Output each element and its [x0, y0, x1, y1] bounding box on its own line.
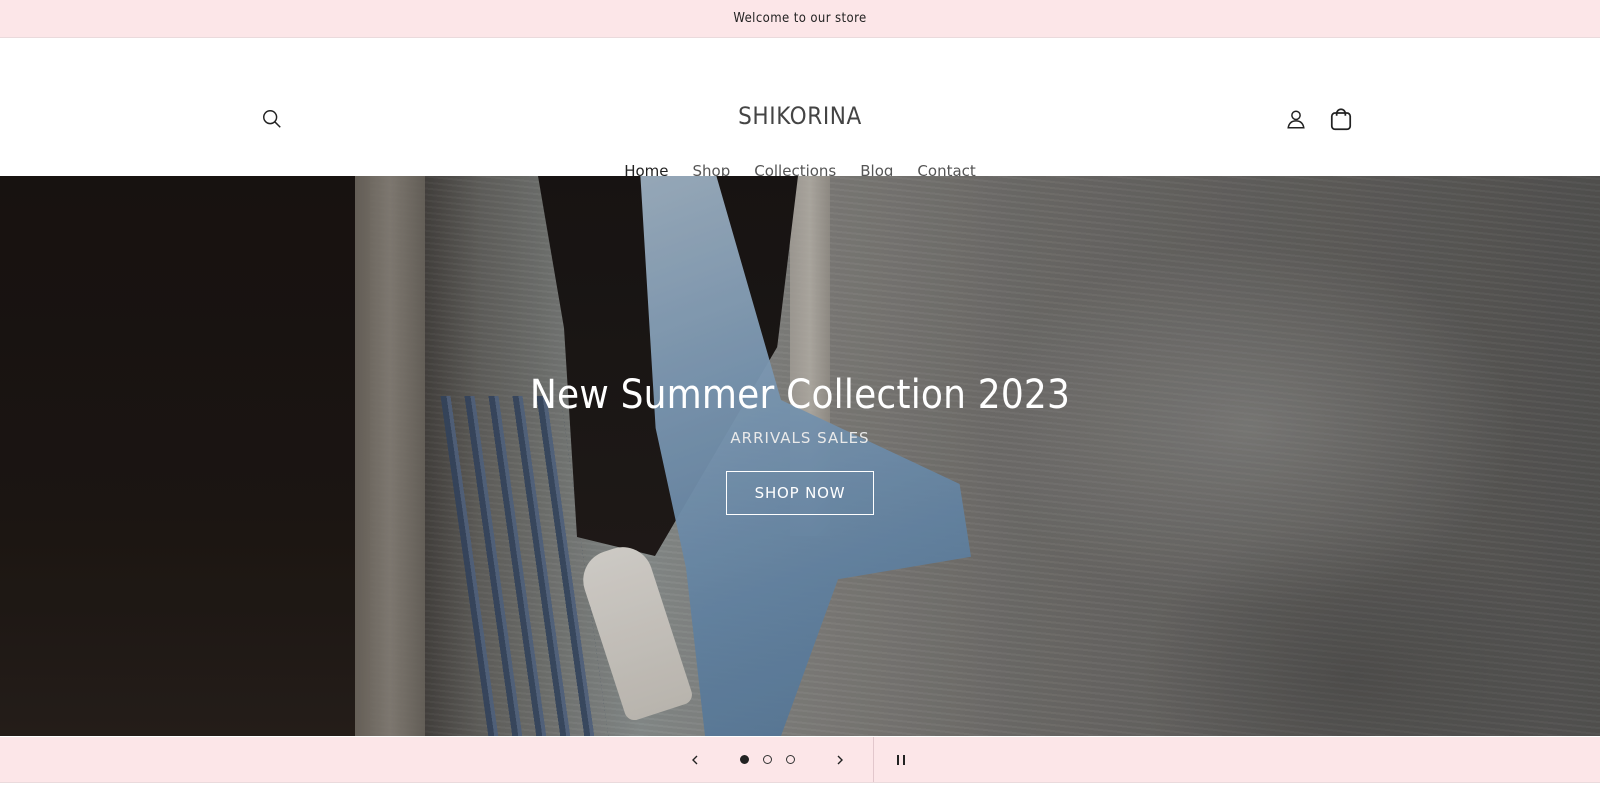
- controls-divider: [873, 737, 874, 782]
- hero-banner: New Summer Collection 2023 ARRIVALS SALE…: [0, 176, 1600, 736]
- account-button[interactable]: [1282, 105, 1310, 133]
- slide-dots: [740, 755, 795, 764]
- chevron-right-icon: [837, 755, 843, 764]
- slide-dot-2[interactable]: [763, 755, 772, 764]
- hero-title: New Summer Collection 2023: [529, 372, 1071, 418]
- slideshow-controls: [680, 737, 916, 782]
- announcement-text: Welcome to our store: [733, 11, 867, 26]
- next-slide-button[interactable]: [825, 737, 855, 782]
- pause-icon: [897, 754, 905, 765]
- previous-slide-button[interactable]: [680, 737, 710, 782]
- announcement-bar: Welcome to our store: [0, 0, 1600, 38]
- slideshow-controls-bar: [0, 737, 1600, 783]
- hero-content: New Summer Collection 2023 ARRIVALS SALE…: [0, 371, 1600, 515]
- site-logo[interactable]: SHIKORINA: [0, 102, 1600, 130]
- pause-slideshow-button[interactable]: [886, 737, 916, 782]
- slide-dot-1[interactable]: [740, 755, 749, 764]
- hero-subtitle: ARRIVALS SALES: [730, 429, 870, 447]
- chevron-left-icon: [692, 755, 698, 764]
- shop-now-button[interactable]: SHOP NOW: [725, 471, 875, 515]
- shopping-bag-icon: [1330, 108, 1352, 131]
- cart-button[interactable]: [1326, 104, 1356, 134]
- user-icon: [1287, 110, 1305, 129]
- site-header: SHIKORINA Home Shop Collections Blog Con…: [0, 38, 1600, 180]
- slide-dot-3[interactable]: [786, 755, 795, 764]
